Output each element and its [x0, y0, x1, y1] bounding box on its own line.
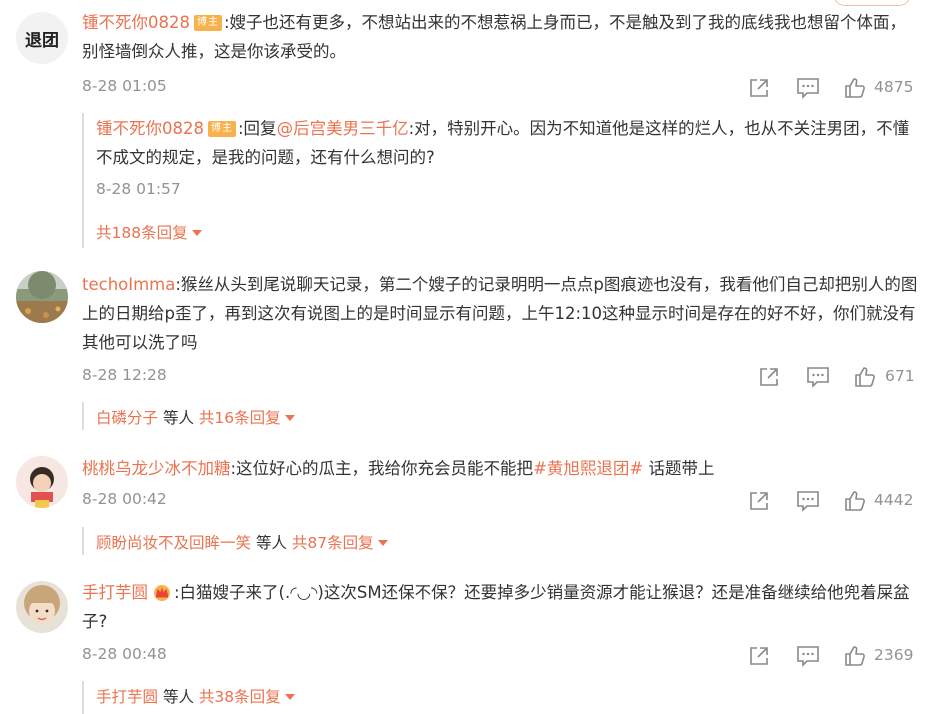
share-icon[interactable]: [748, 645, 770, 667]
like-count: 671: [885, 367, 915, 385]
comment-icon[interactable]: [796, 490, 820, 512]
comment-body: 锺不死你0828 博主:嫂子也还有更多，不想站出来的不想惹祸上身而已，不是触及到了…: [82, 8, 919, 66]
reply-divider: [82, 113, 84, 248]
more-replies-link[interactable]: 共16条回复: [199, 409, 281, 427]
reply-mention[interactable]: @后宫美男三千亿: [277, 119, 409, 138]
comment-text: :这位好心的瓜主，我给你充会员能不能把: [230, 459, 534, 478]
thumbs-up-icon[interactable]: [844, 490, 866, 512]
avatar[interactable]: [16, 581, 68, 633]
reply-prefix: :回复: [238, 119, 277, 138]
share-icon[interactable]: [748, 490, 770, 512]
comment-username[interactable]: 桃桃乌龙少冰不加糖: [82, 459, 231, 478]
caret-down-icon: [284, 415, 295, 421]
thumbs-up-icon[interactable]: [844, 645, 866, 667]
comment-actions: 4875: [746, 77, 926, 99]
comment-actions: 4442: [746, 490, 926, 512]
like-count: 4875: [874, 78, 914, 96]
comment-username[interactable]: 锺不死你0828: [82, 13, 190, 32]
reply-divider: [82, 681, 84, 714]
blogger-badge: 博主: [194, 15, 222, 31]
comment-username[interactable]: 手打芋圆: [82, 583, 148, 602]
comment-text-tail: 话题带上: [643, 459, 715, 478]
avatar[interactable]: 退团: [16, 12, 68, 64]
comment-username[interactable]: techoImma: [82, 275, 175, 294]
more-replies-link[interactable]: 共38条回复: [199, 688, 281, 706]
more-replies-link[interactable]: 共188条回复: [96, 224, 188, 242]
reply-body: 锺不死你0828 博主:回复@后宫美男三千亿:对，特别开心。因为不知道他是这样的烂…: [96, 114, 919, 172]
comment-icon[interactable]: [796, 645, 820, 667]
reply-time: 8-28 01:57: [96, 180, 181, 198]
avatar-text: 退团: [25, 30, 59, 51]
comment-text: :白猫嫂子来了(.◜◡◝)这次SM还保不保？还要掉多少销量资源才能让猴退？还是准…: [82, 583, 910, 631]
topic-link[interactable]: #黄旭熙退团#: [533, 459, 643, 478]
top-partial-button[interactable]: [833, 0, 911, 6]
more-replies[interactable]: 白磷分子 等人 共16条回复: [96, 406, 295, 428]
comment-time: 8-28 00:48: [82, 645, 167, 663]
comment-time: 8-28 12:28: [82, 366, 167, 384]
like-count: 4442: [874, 491, 914, 509]
more-replies-link[interactable]: 共87条回复: [292, 534, 374, 552]
avatar[interactable]: [16, 456, 68, 508]
more-replies-user[interactable]: 白磷分子: [96, 409, 158, 427]
comment-time: 8-28 00:42: [82, 490, 167, 508]
comment-actions: 671: [756, 366, 926, 388]
reply-divider: [82, 402, 84, 430]
share-icon[interactable]: [758, 366, 780, 388]
more-replies-user[interactable]: 手打芋圆: [96, 688, 158, 706]
crown-icon: [154, 585, 170, 601]
comment-actions: 2369: [746, 645, 926, 667]
caret-down-icon: [191, 230, 202, 236]
share-icon[interactable]: [748, 77, 770, 99]
more-replies[interactable]: 手打芋圆 等人 共38条回复: [96, 685, 295, 707]
avatar-image: [16, 271, 68, 323]
reply-username[interactable]: 锺不死你0828: [96, 119, 204, 138]
caret-down-icon: [284, 694, 295, 700]
comment-body: 桃桃乌龙少冰不加糖:这位好心的瓜主，我给你充会员能不能把#黄旭熙退团# 话题带上: [82, 454, 919, 483]
comment-body: 手打芋圆:白猫嫂子来了(.◜◡◝)这次SM还保不保？还要掉多少销量资源才能让猴退…: [82, 578, 919, 636]
more-replies-mid: 等人: [158, 409, 199, 427]
comment-icon[interactable]: [806, 366, 830, 388]
avatar[interactable]: [16, 271, 68, 323]
more-replies[interactable]: 顾盼尚妆不及回眸一笑 等人 共87条回复: [96, 531, 388, 553]
comment-icon[interactable]: [796, 77, 820, 99]
avatar-image: [16, 581, 68, 633]
comment-time: 8-28 01:05: [82, 77, 167, 95]
thumbs-up-icon[interactable]: [844, 77, 866, 99]
thumbs-up-icon[interactable]: [854, 366, 876, 388]
blogger-badge: 博主: [208, 121, 236, 137]
like-count: 2369: [874, 646, 914, 664]
caret-down-icon: [377, 540, 388, 546]
avatar-image: [16, 456, 68, 508]
comment-body: techoImma:猴丝从头到尾说聊天记录，第二个嫂子的记录明明一点点p图痕迹也…: [82, 270, 919, 357]
more-replies-mid: 等人: [251, 534, 292, 552]
more-replies-user[interactable]: 顾盼尚妆不及回眸一笑: [96, 534, 251, 552]
comment-text: :猴丝从头到尾说聊天记录，第二个嫂子的记录明明一点点p图痕迹也没有，我看他们自己…: [82, 275, 918, 352]
reply-divider: [82, 527, 84, 555]
more-replies[interactable]: 共188条回复: [96, 221, 202, 243]
more-replies-mid: 等人: [158, 688, 199, 706]
